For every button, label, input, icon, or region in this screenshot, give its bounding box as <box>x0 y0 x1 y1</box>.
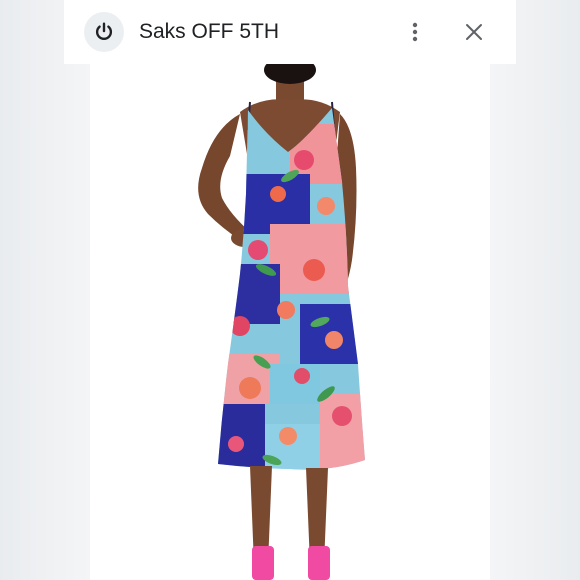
more-vert-icon[interactable] <box>402 18 428 46</box>
close-icon[interactable] <box>460 18 488 46</box>
product-image-container <box>90 64 490 580</box>
product-image[interactable] <box>90 64 490 580</box>
power-icon[interactable] <box>84 12 124 52</box>
app-title: Saks OFF 5TH <box>139 20 280 43</box>
app-header: Saks OFF 5TH <box>64 0 516 64</box>
screen: Saks OFF 5TH <box>0 0 580 580</box>
